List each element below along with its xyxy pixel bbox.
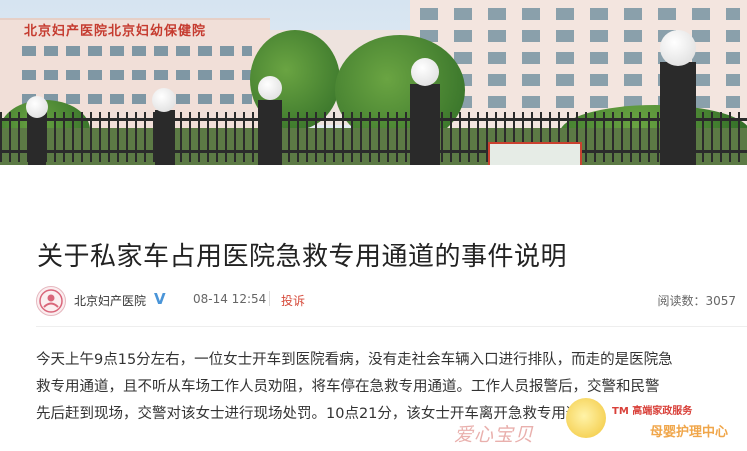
article-body: 今天上午9点15分左右，一位女士开车到医院看病，没有走社会车辆入口进行排队，而走…	[36, 347, 746, 428]
report-link[interactable]: 投诉	[281, 292, 305, 309]
article-title: 关于私家车占用医院急救专用通道的事件说明	[37, 242, 568, 272]
paragraph-line: 今天上午9点15分左右，一位女士开车到医院看病，没有走社会车辆入口进行排队，而走…	[36, 352, 673, 368]
publish-date: 08-14 12:54	[193, 292, 267, 306]
hospital-logo-icon	[39, 289, 63, 313]
avatar[interactable]	[36, 286, 66, 316]
notice-board	[488, 142, 582, 165]
paragraph-line: 救专用通道，且不听从车场工作人员劝阻，将车停在急救专用通道。工作人员报警后，交警…	[36, 379, 660, 395]
fence-pillar	[410, 84, 440, 165]
fence-rail	[0, 150, 747, 153]
read-count: 阅读数：3057	[657, 294, 736, 308]
fence-pillar	[28, 115, 46, 165]
fence-pillar	[155, 110, 175, 165]
header-photo: 北京妇产医院北京妇幼保健院	[0, 0, 747, 165]
fence-pillar	[258, 100, 282, 165]
author-name[interactable]: 北京妇产医院	[74, 292, 146, 309]
verified-icon: V	[154, 290, 166, 308]
paragraph-line: 先后赶到现场，交警对该女士进行现场处罚。10点21分，该女士开车离开急救专用通道…	[36, 406, 610, 422]
article-meta: 北京妇产医院 V 08-14 12:54 投诉 阅读数：3057	[36, 286, 736, 316]
lamp-globe	[258, 76, 282, 100]
lamp-globe	[26, 96, 48, 118]
lamp-globe	[660, 30, 696, 66]
building-sign: 北京妇产医院北京妇幼保健院	[24, 24, 207, 39]
divider	[269, 291, 270, 306]
lamp-globe	[152, 88, 176, 112]
lamp-globe	[411, 58, 439, 86]
divider	[36, 326, 747, 327]
fence-rail	[0, 118, 747, 121]
fence-pillar	[660, 62, 696, 165]
